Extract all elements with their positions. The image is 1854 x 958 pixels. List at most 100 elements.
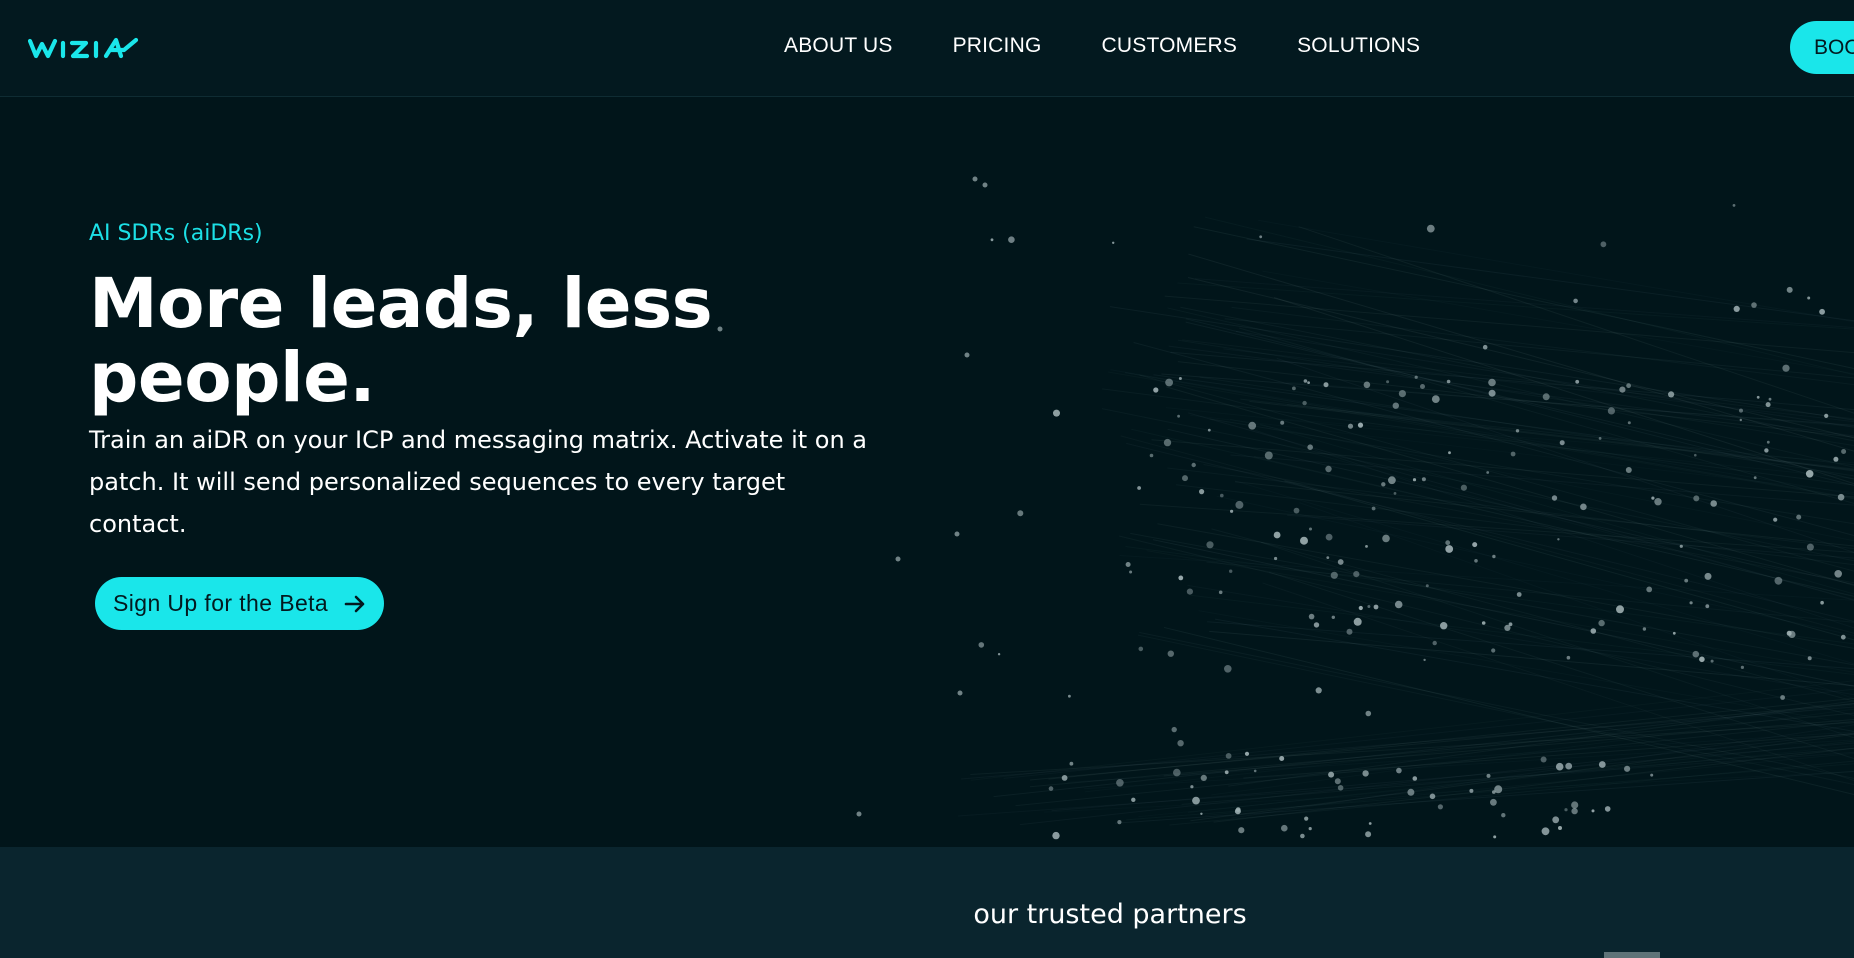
particle-dot bbox=[1460, 484, 1467, 491]
particle-dot bbox=[1292, 386, 1296, 391]
particle-dot bbox=[1274, 556, 1278, 561]
particle-dot bbox=[1308, 827, 1312, 831]
particle-dot bbox=[1112, 241, 1115, 244]
nav-about-us[interactable]: ABOUT US bbox=[784, 34, 893, 58]
particle-dot bbox=[1642, 627, 1647, 631]
particle-dot bbox=[1516, 592, 1522, 597]
nav-pricing[interactable]: PRICING bbox=[953, 34, 1042, 58]
particle-dot bbox=[1334, 778, 1341, 785]
particle-streak bbox=[1151, 439, 1854, 498]
particle-dot bbox=[1841, 449, 1847, 454]
signup-beta-button[interactable]: Sign Up for the Beta bbox=[95, 577, 385, 630]
particle-dot bbox=[1624, 765, 1631, 772]
particle-dot bbox=[1840, 634, 1846, 640]
particle-dot bbox=[1182, 475, 1188, 482]
particle-dot bbox=[1177, 740, 1184, 747]
particle-streak bbox=[1211, 709, 1854, 795]
particle-dot bbox=[1346, 628, 1353, 635]
particle-dot bbox=[1388, 476, 1396, 485]
particle-dot bbox=[1357, 422, 1364, 428]
particle-dot bbox=[1149, 453, 1154, 458]
book-demo-button[interactable]: BOOK A DEMO bbox=[1790, 21, 1854, 74]
particle-streak bbox=[1165, 386, 1854, 586]
particle-dot bbox=[1566, 655, 1571, 660]
particle-streak bbox=[1170, 351, 1854, 411]
particle-dot bbox=[1440, 622, 1448, 630]
particle-dot bbox=[1178, 575, 1184, 581]
particle-dot bbox=[1764, 448, 1769, 453]
particle-dot bbox=[1171, 726, 1177, 733]
particle-streak bbox=[1209, 418, 1854, 525]
particle-dot bbox=[1626, 383, 1631, 389]
particle-dot bbox=[1494, 785, 1503, 794]
particle-dot bbox=[1692, 650, 1700, 658]
particle-dot bbox=[1491, 648, 1496, 653]
particle-dot bbox=[1392, 402, 1400, 409]
particle-dot bbox=[1540, 756, 1547, 763]
particle-dot bbox=[1819, 308, 1825, 315]
particle-streak bbox=[1298, 226, 1854, 414]
particle-dot bbox=[1672, 631, 1676, 635]
particle-dot bbox=[1331, 615, 1336, 619]
particle-dot bbox=[1558, 826, 1562, 830]
particle-dot bbox=[1382, 534, 1390, 543]
particle-dot bbox=[1773, 517, 1778, 522]
particle-dot bbox=[1326, 556, 1330, 559]
particle-dot bbox=[954, 531, 960, 537]
particle-dot bbox=[1740, 665, 1744, 670]
particle-dot bbox=[1304, 816, 1309, 821]
particle-dot bbox=[1218, 590, 1223, 595]
particle-dot bbox=[1807, 656, 1812, 661]
particle-streak bbox=[1258, 220, 1854, 321]
nav-solutions[interactable]: SOLUTIONS bbox=[1297, 34, 1420, 58]
particle-dot bbox=[1508, 622, 1513, 627]
particle-dot bbox=[1017, 510, 1024, 517]
particle-dot bbox=[1365, 710, 1372, 717]
particle-dot bbox=[1607, 407, 1615, 415]
particle-dot bbox=[1412, 776, 1418, 781]
particle-dot bbox=[1786, 630, 1792, 636]
particle-dot bbox=[1052, 831, 1060, 840]
particle-dot bbox=[1167, 650, 1175, 657]
partner-logo bbox=[1604, 952, 1660, 958]
hero-description: Train an aiDR on your ICP and messaging … bbox=[89, 426, 868, 538]
particle-dot bbox=[1307, 381, 1310, 384]
particle-dot bbox=[1137, 486, 1141, 490]
particle-dot bbox=[1448, 451, 1451, 455]
particle-streak bbox=[1260, 541, 1854, 739]
particle-dot bbox=[1782, 364, 1790, 372]
particle-dot bbox=[1365, 831, 1372, 838]
particle-dot bbox=[1820, 600, 1824, 605]
particle-dot bbox=[1445, 545, 1454, 553]
particle-dot bbox=[1330, 571, 1338, 579]
particle-dot bbox=[1510, 451, 1516, 457]
particle-dot bbox=[1407, 788, 1415, 796]
particle-dot bbox=[1580, 503, 1587, 511]
particle-dot bbox=[1733, 305, 1740, 312]
particle-dot bbox=[1421, 477, 1426, 482]
particle-dot bbox=[1303, 379, 1308, 383]
particle-dot bbox=[1488, 389, 1496, 397]
particle-dot bbox=[1766, 440, 1770, 444]
particle-dot bbox=[1048, 786, 1054, 791]
particle-dot bbox=[1068, 694, 1071, 698]
particle-dot bbox=[1300, 536, 1308, 545]
particle-dot bbox=[895, 556, 901, 562]
particle-dot bbox=[1689, 601, 1693, 605]
particle-dot bbox=[1373, 604, 1379, 610]
particle-dot bbox=[1469, 788, 1474, 793]
particle-dot bbox=[1646, 586, 1653, 593]
wizia-logo[interactable] bbox=[27, 32, 140, 62]
particle-dot bbox=[1604, 806, 1611, 812]
particle-dot bbox=[1699, 656, 1705, 663]
particle-dot bbox=[964, 352, 970, 358]
site-header: ABOUT US PRICING CUSTOMERS SOLUTIONS BOO… bbox=[0, 0, 1854, 97]
particle-dot bbox=[1337, 559, 1344, 565]
particle-dot bbox=[1472, 542, 1478, 548]
nav-customers[interactable]: CUSTOMERS bbox=[1102, 34, 1238, 58]
particle-dot bbox=[1679, 544, 1683, 548]
particle-dot bbox=[1131, 797, 1136, 802]
particle-dot bbox=[1365, 545, 1368, 548]
particle-dot bbox=[1492, 554, 1496, 559]
particle-dot bbox=[1488, 378, 1496, 387]
